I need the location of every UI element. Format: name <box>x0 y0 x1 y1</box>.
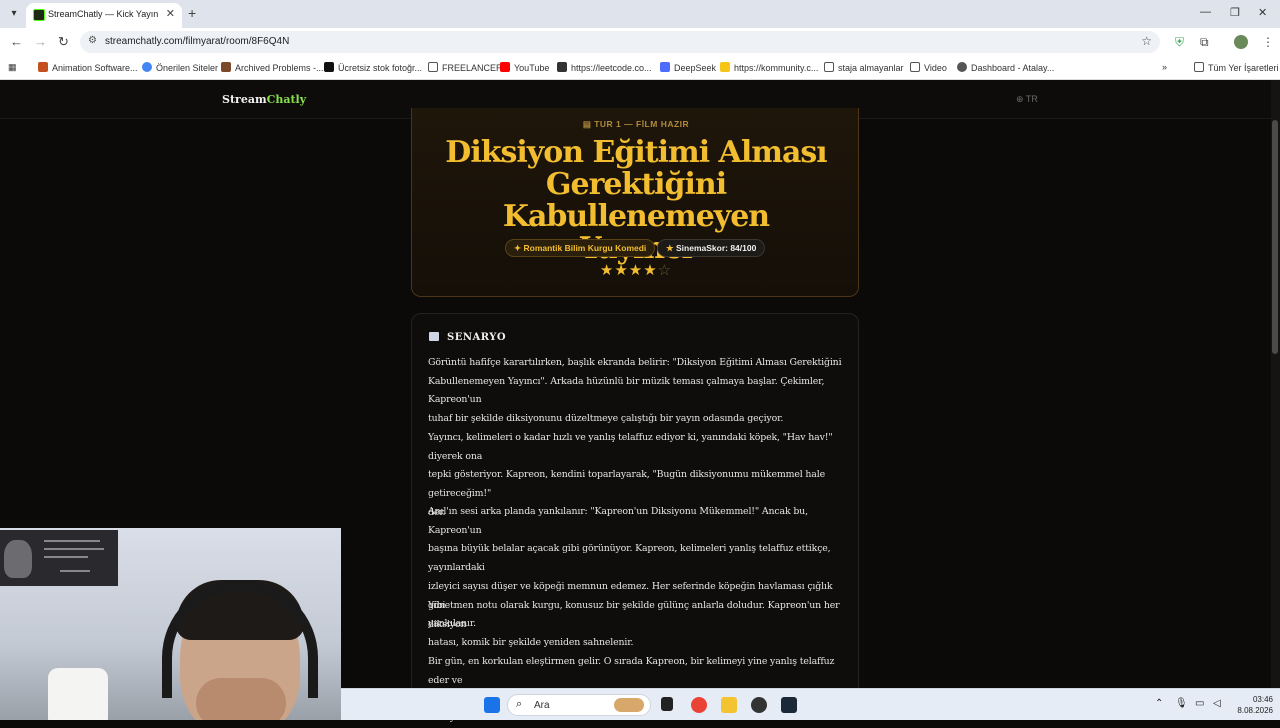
browser-toolbar: ← → ↻ ⚙ streamchatly.com/filmyarat/room/… <box>0 28 1280 56</box>
taskbar-search[interactable]: ⌕ Ara <box>507 694 651 716</box>
taskbar: ⌕ Ara ⌃ 🎙 ▭ ◁ 03:46 8.08.2026 <box>341 688 1280 720</box>
score-badge: ★ SinemaSkor: 84/100 <box>657 239 766 257</box>
folder-icon <box>910 62 920 72</box>
star-filled-icon: ★ <box>614 262 629 279</box>
bookmark-favicon-icon <box>38 62 48 72</box>
bookmark-item[interactable]: Önerilen Siteler <box>142 62 218 73</box>
shield-extension-icon[interactable]: ⛨ <box>1175 35 1184 50</box>
all-bookmarks-folder[interactable]: Tüm Yer İşaretleri <box>1194 62 1279 73</box>
clapper-icon: ▤ <box>582 119 592 129</box>
forward-arrow-icon[interactable]: → <box>34 34 47 49</box>
script-heading: SENARYO <box>429 332 506 343</box>
file-explorer-icon[interactable] <box>721 697 737 713</box>
bookmark-star-icon[interactable]: ☆ <box>1141 34 1152 48</box>
search-icon: ⌕ <box>516 698 523 710</box>
bookmark-favicon-icon <box>720 62 730 72</box>
tab-search-chevron-icon[interactable]: ▾ <box>6 6 22 22</box>
movie-hero-card: ▤ TUR 1 — FİLM HAZIR Diksiyon Eğitimi Al… <box>411 108 859 297</box>
script-card: SENARYO Görüntü hafifçe karartılırken, b… <box>411 313 859 723</box>
volume-icon[interactable]: ◁ <box>1213 698 1221 709</box>
back-arrow-icon[interactable]: ← <box>10 34 23 49</box>
star-empty-icon: ☆ <box>657 262 673 279</box>
genre-badge: ✦ Romantik Bilim Kurgu Komedi <box>505 239 656 257</box>
star-filled-icon: ★ <box>599 262 615 279</box>
folder-icon <box>1194 62 1204 72</box>
star-rating: ★★★★☆ <box>412 261 860 279</box>
bookmark-item[interactable]: Ücretsiz stok fotoğr... <box>324 62 422 73</box>
language-selector[interactable]: ⊕ TR <box>1016 94 1038 105</box>
url-text: streamchatly.com/filmyarat/room/8F6Q4N <box>105 36 290 47</box>
steam-icon[interactable] <box>781 697 797 713</box>
tab-title: StreamChatly — Kick Yayıncıları <box>48 9 158 19</box>
bookmark-item[interactable]: Animation Software... <box>38 62 138 73</box>
bookmark-favicon-icon <box>221 62 231 72</box>
close-window-icon[interactable]: ✕ <box>1258 6 1267 19</box>
bookmark-item[interactable]: YouTube <box>500 62 549 73</box>
cup <box>48 668 108 720</box>
globe-icon: ⊕ <box>1016 94 1024 104</box>
tray-chevron-icon[interactable]: ⌃ <box>1155 698 1163 709</box>
deepseek-icon <box>660 62 670 72</box>
bookmark-item[interactable]: Dashboard - Atalay... <box>957 62 1054 73</box>
reload-icon[interactable]: ↻ <box>58 34 69 50</box>
folder-icon <box>428 62 438 72</box>
bookmark-item[interactable]: https://kommunity.c... <box>720 62 818 73</box>
windows-start-icon[interactable] <box>484 697 500 713</box>
address-bar[interactable]: ⚙ streamchatly.com/filmyarat/room/8F6Q4N… <box>80 31 1160 53</box>
webcam-overlay <box>0 528 341 720</box>
bookmark-folder[interactable]: FREELANCER <box>428 62 503 73</box>
chrome-icon[interactable] <box>691 697 707 713</box>
close-tab-icon[interactable]: ✕ <box>166 7 175 20</box>
bookmark-item[interactable]: Archived Problems -... <box>221 62 324 73</box>
bookmark-item[interactable]: DeepSeek <box>660 62 716 73</box>
bookmark-favicon-icon <box>142 62 152 72</box>
task-view-icon[interactable] <box>661 697 673 711</box>
youtube-icon <box>500 62 510 72</box>
star-filled-icon: ★ <box>628 262 644 279</box>
obs-icon[interactable] <box>751 697 767 713</box>
browser-tab-bar: ▾ StreamChatly — Kick Yayıncıları ✕ + — … <box>0 0 1280 28</box>
script-paragraph: Yönetmen notu olarak kurgu, konusuz bir … <box>428 600 840 649</box>
bookmark-favicon-icon <box>324 62 334 72</box>
bookmark-favicon-icon <box>557 62 567 72</box>
star-icon: ★ <box>666 243 674 253</box>
minimize-icon[interactable]: — <box>1200 6 1211 18</box>
microphone-icon[interactable]: 🎙 <box>1175 698 1188 709</box>
star-filled-icon: ★ <box>643 262 658 279</box>
profile-avatar[interactable] <box>1234 35 1248 49</box>
new-tab-plus-icon[interactable]: + <box>188 5 196 21</box>
masks-icon: ✦ <box>514 243 522 253</box>
wall-poster <box>0 530 118 586</box>
streamchatly-favicon-icon <box>33 9 45 21</box>
folder-icon <box>824 62 834 72</box>
globe-icon <box>957 62 967 72</box>
round-status: ▤ TUR 1 — FİLM HAZIR <box>582 119 690 129</box>
bookmarks-bar: ▦ Animation Software... Önerilen Siteler… <box>0 56 1280 80</box>
bookmark-folder[interactable]: Video <box>910 62 947 73</box>
bookmark-item[interactable]: https://leetcode.co... <box>557 62 652 73</box>
taskbar-clock[interactable]: 03:46 8.08.2026 <box>1229 694 1273 716</box>
network-icon[interactable]: ▭ <box>1195 698 1204 709</box>
search-highlight-image <box>614 698 644 712</box>
restore-icon[interactable]: ❐ <box>1230 6 1240 19</box>
scrollbar-thumb[interactable] <box>1272 120 1278 354</box>
book-icon <box>429 332 439 341</box>
more-bookmarks-chevron-icon[interactable]: » <box>1162 62 1167 72</box>
bookmark-folder[interactable]: staja almayanlar <box>824 62 904 73</box>
menu-kebab-icon[interactable]: ⋮ <box>1262 35 1274 49</box>
apps-grid-icon[interactable]: ▦ <box>8 62 17 73</box>
browser-tab[interactable]: StreamChatly — Kick Yayıncıları ✕ <box>26 3 182 28</box>
script-paragraph: Görüntü hafifçe karartılırken, başlık ek… <box>428 357 842 425</box>
site-info-icon[interactable]: ⚙ <box>88 35 97 46</box>
streamer-hand <box>196 678 286 720</box>
extensions-puzzle-icon[interactable]: ⧉ <box>1200 35 1209 50</box>
site-logo[interactable]: StreamChatly <box>222 93 306 106</box>
